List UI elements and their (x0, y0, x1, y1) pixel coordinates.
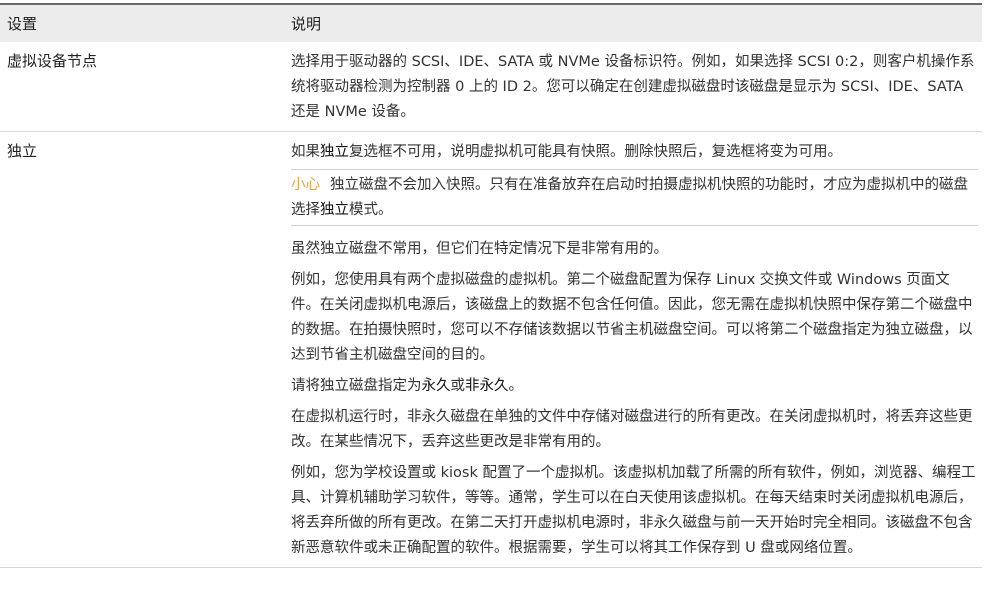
paragraph: 请将独立磁盘指定为永久或非永久。 (291, 378, 523, 394)
table-row: 独立 如果独立复选框不可用，说明虚拟机可能具有快照。删除快照后，复选框将变为可用… (0, 132, 982, 568)
term-independent: 独立 (320, 144, 349, 160)
description-text: 选择用于驱动器的 SCSI、IDE、SATA 或 NVMe 设备标识符。例如，如… (291, 54, 975, 120)
paragraph: 例如，您为学校设置或 kiosk 配置了一个虚拟机。该虚拟机加载了所需的所有软件… (291, 465, 976, 556)
intro-text: 如果独立复选框不可用，说明虚拟机可能具有快照。删除快照后，复选框将变为可用。 (291, 144, 842, 160)
header-description: 说明 (291, 15, 322, 33)
table-row: 虚拟设备节点 选择用于驱动器的 SCSI、IDE、SATA 或 NVMe 设备标… (0, 42, 982, 132)
term-persistent: 永久 (421, 378, 451, 394)
paragraph: 在虚拟机运行时，非永久磁盘在单独的文件中存储对磁盘进行的所有更改。在关闭虚拟机时… (291, 409, 973, 450)
setting-description: 如果独立复选框不可用，说明虚拟机可能具有快照。删除快照后，复选框将变为可用。 小… (291, 132, 982, 567)
caution-note: 小心 独立磁盘不会加入快照。只有在准备放弃在启动时拍摄虚拟机快照的功能时，才应为虚… (291, 169, 978, 226)
term-independent: 独立 (320, 202, 349, 218)
term-nonpersistent: 非永久 (465, 378, 509, 394)
table-header: 设置 说明 (0, 5, 982, 42)
setting-name: 独立 (7, 142, 38, 160)
paragraph: 例如，您使用具有两个虚拟磁盘的虚拟机。第二个磁盘配置为保存 Linux 交换文件… (291, 272, 973, 363)
setting-name: 虚拟设备节点 (7, 52, 98, 70)
header-setting: 设置 (7, 15, 38, 33)
paragraph: 虽然独立磁盘不常用，但它们在特定情况下是非常有用的。 (291, 241, 668, 257)
setting-description: 选择用于驱动器的 SCSI、IDE、SATA 或 NVMe 设备标识符。例如，如… (291, 42, 982, 131)
caution-label: 小心 (291, 177, 320, 193)
settings-table: 设置 说明 虚拟设备节点 选择用于驱动器的 SCSI、IDE、SATA 或 NV… (0, 3, 982, 568)
